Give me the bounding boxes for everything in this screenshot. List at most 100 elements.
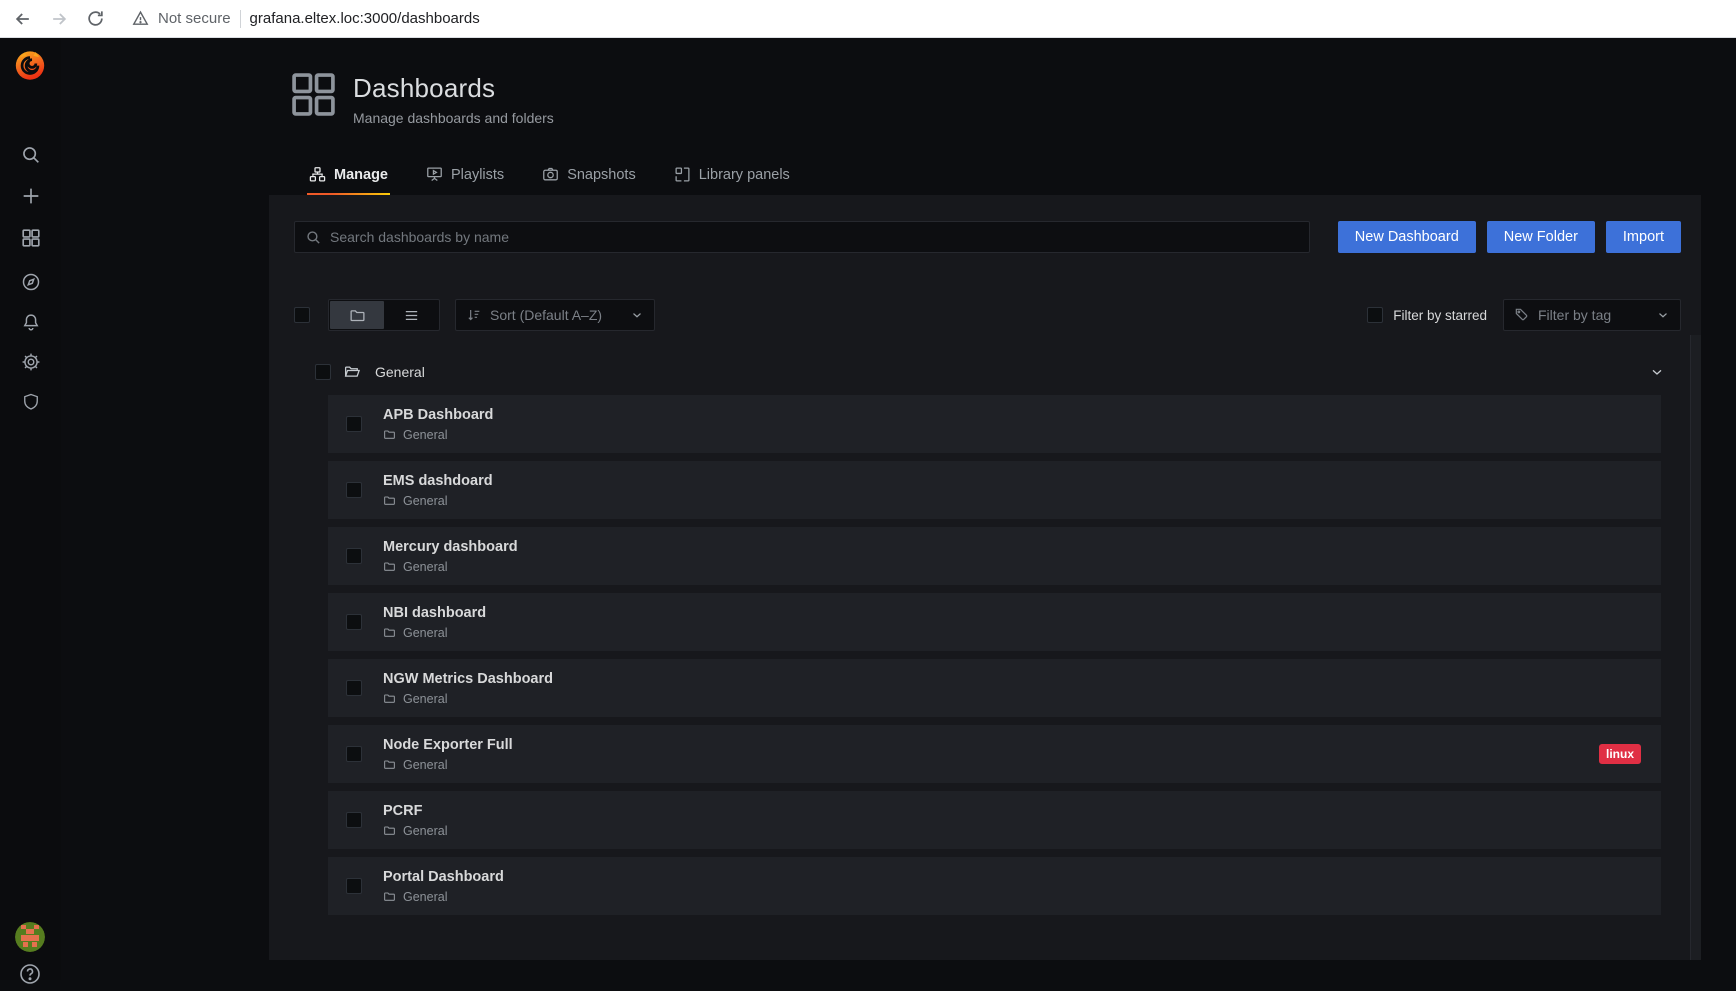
browser-chrome: Not secure grafana.eltex.loc:3000/dashbo… xyxy=(0,0,1736,38)
dashboard-folder-label: General xyxy=(403,823,448,838)
search-input[interactable] xyxy=(330,229,1299,245)
dashboard-row[interactable]: NGW Metrics Dashboard General xyxy=(328,659,1661,717)
row-checkbox[interactable] xyxy=(346,746,362,762)
row-checkbox[interactable] xyxy=(346,416,362,432)
folder-header-general[interactable]: General xyxy=(294,354,1681,390)
grafana-app: Dashboards Manage dashboards and folders… xyxy=(0,38,1736,984)
explore-compass-icon[interactable] xyxy=(0,264,61,300)
dashboard-title[interactable]: Node Exporter Full xyxy=(383,737,1599,753)
dashboard-row[interactable]: Mercury dashboard General xyxy=(328,527,1661,585)
help-icon[interactable] xyxy=(18,962,42,991)
chevron-down-icon[interactable] xyxy=(1649,364,1665,380)
search-box[interactable] xyxy=(294,221,1310,253)
library-panel-icon xyxy=(675,167,690,182)
tab-label: Snapshots xyxy=(567,166,636,183)
folder-icon xyxy=(384,760,395,769)
address-bar[interactable]: Not secure grafana.eltex.loc:3000/dashbo… xyxy=(132,9,480,28)
dashboard-folder-label: General xyxy=(403,427,448,442)
filter-by-tag-dropdown[interactable]: Filter by tag xyxy=(1503,299,1681,331)
row-checkbox[interactable] xyxy=(346,614,362,630)
dashboard-row[interactable]: APB Dashboard General xyxy=(328,395,1661,453)
not-secure-label: Not secure xyxy=(158,10,231,27)
presentation-icon xyxy=(427,167,442,182)
folder-icon xyxy=(384,628,395,637)
row-checkbox[interactable] xyxy=(346,878,362,894)
tab-manage[interactable]: Manage xyxy=(307,156,390,197)
main-area: Dashboards Manage dashboards and folders… xyxy=(61,38,1736,980)
back-icon[interactable] xyxy=(10,6,36,32)
sort-icon xyxy=(468,310,480,321)
tab-label: Playlists xyxy=(451,166,505,183)
tab-playlists[interactable]: Playlists xyxy=(424,156,506,197)
list-scrollbar[interactable] xyxy=(1690,335,1701,960)
server-admin-shield-icon[interactable] xyxy=(0,384,61,420)
dashboard-meta: General xyxy=(383,890,1641,904)
filter-by-starred[interactable]: Filter by starred xyxy=(1367,307,1487,323)
url-separator xyxy=(239,9,241,28)
dashboard-row[interactable]: EMS dashdoard General xyxy=(328,461,1661,519)
page-title: Dashboards xyxy=(353,73,496,103)
reload-icon[interactable] xyxy=(82,6,108,32)
dashboard-title[interactable]: NGW Metrics Dashboard xyxy=(383,671,1641,687)
folder-icon xyxy=(384,826,395,835)
dashboard-title[interactable]: NBI dashboard xyxy=(383,605,1641,621)
folder-view-button[interactable] xyxy=(330,301,384,329)
create-plus-icon[interactable] xyxy=(0,178,61,214)
dashboard-meta: General xyxy=(383,560,1641,574)
search-icon[interactable] xyxy=(0,137,61,173)
alerting-bell-icon[interactable] xyxy=(0,304,61,340)
dashboard-title[interactable]: EMS dashdoard xyxy=(383,473,1641,489)
forward-icon[interactable] xyxy=(46,6,72,32)
row-checkbox[interactable] xyxy=(346,812,362,828)
dashboard-row[interactable]: Node Exporter Full General linux xyxy=(328,725,1661,783)
tag-placeholder: Filter by tag xyxy=(1538,307,1612,323)
camera-icon xyxy=(543,167,559,181)
sort-dropdown[interactable]: Sort (Default A–Z) xyxy=(455,299,655,331)
dashboard-title[interactable]: PCRF xyxy=(383,803,1641,819)
starred-checkbox[interactable] xyxy=(1367,307,1384,323)
manage-panel: New Dashboard New Folder Import Sort (De… xyxy=(269,195,1701,960)
list-view-button[interactable] xyxy=(384,301,438,329)
dashboard-folder-label: General xyxy=(403,559,448,574)
folder-name[interactable]: General xyxy=(375,364,1637,380)
folder-icon xyxy=(384,430,395,439)
page-header: Dashboards Manage dashboards and folders xyxy=(290,71,554,126)
toolbar-row: New Dashboard New Folder Import xyxy=(294,221,1681,253)
dashboard-folder-label: General xyxy=(403,889,448,904)
search-icon xyxy=(307,230,320,244)
dashboard-title[interactable]: APB Dashboard xyxy=(383,407,1641,423)
new-dashboard-button[interactable]: New Dashboard xyxy=(1337,221,1476,253)
new-folder-button[interactable]: New Folder xyxy=(1486,221,1595,253)
import-button[interactable]: Import xyxy=(1605,221,1681,253)
dashboard-folder-label: General xyxy=(403,757,448,772)
folder-icon xyxy=(384,694,395,703)
dashboard-title[interactable]: Mercury dashboard xyxy=(383,539,1641,555)
dashboard-tag[interactable]: linux xyxy=(1598,744,1641,764)
user-avatar[interactable] xyxy=(15,922,45,952)
folder-open-icon xyxy=(344,366,361,377)
tab-library-panels[interactable]: Library panels xyxy=(672,156,792,197)
page-subtitle: Manage dashboards and folders xyxy=(353,110,554,126)
sort-label: Sort (Default A–Z) xyxy=(490,307,603,323)
filter-row: Sort (Default A–Z) Filter by starred Fil… xyxy=(294,299,1681,331)
folder-icon xyxy=(384,496,395,505)
dashboards-page-icon xyxy=(292,73,335,116)
select-all-checkbox[interactable] xyxy=(294,307,310,323)
tab-snapshots[interactable]: Snapshots xyxy=(540,156,638,197)
url-text: grafana.eltex.loc:3000/dashboards xyxy=(249,10,480,27)
dashboard-meta: General xyxy=(383,692,1641,706)
dashboard-row[interactable]: NBI dashboard General xyxy=(328,593,1661,651)
sitemap-icon xyxy=(309,167,326,182)
dashboard-title[interactable]: Portal Dashboard xyxy=(383,869,1641,885)
grafana-logo[interactable] xyxy=(13,48,47,82)
dashboard-folder-label: General xyxy=(403,625,448,640)
row-checkbox[interactable] xyxy=(346,482,362,498)
folder-checkbox[interactable] xyxy=(315,364,331,380)
dashboard-meta: General xyxy=(383,758,1599,772)
dashboard-row[interactable]: Portal Dashboard General xyxy=(328,857,1661,915)
row-checkbox[interactable] xyxy=(346,548,362,564)
dashboard-row[interactable]: PCRF General xyxy=(328,791,1661,849)
configuration-gear-icon[interactable] xyxy=(0,344,61,380)
row-checkbox[interactable] xyxy=(346,680,362,696)
dashboards-grid-icon[interactable] xyxy=(0,220,61,256)
